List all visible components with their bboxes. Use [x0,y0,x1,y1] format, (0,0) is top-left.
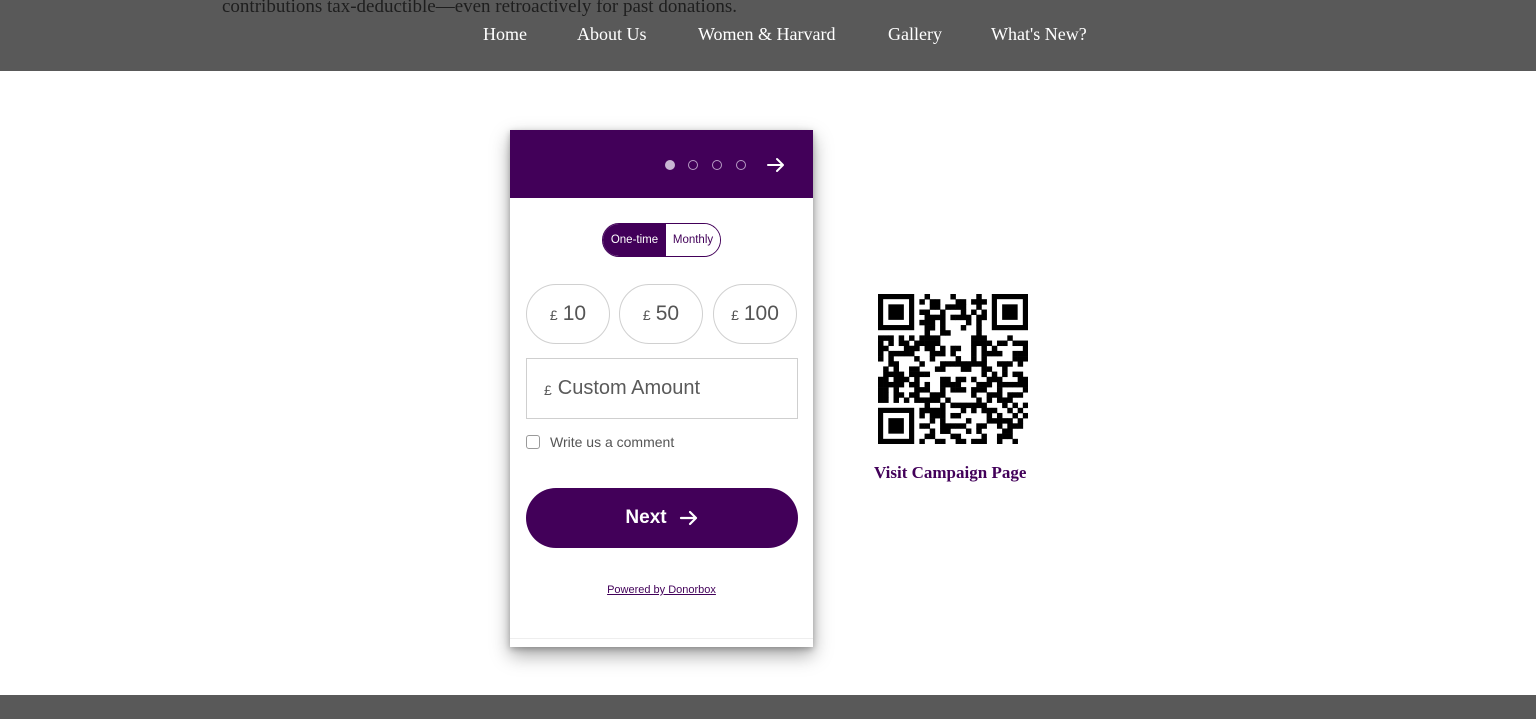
amount-option-10[interactable]: £ 10 [526,284,610,344]
amount-value: 10 [562,302,587,325]
comment-option[interactable]: Write us a comment [526,434,674,450]
next-button[interactable]: Next [526,488,798,548]
frequency-toggle: One-time Monthly [602,223,721,257]
step-dot-1 [665,160,675,170]
amount-value: 50 [655,302,680,325]
comment-checkbox[interactable] [526,435,540,449]
currency-symbol: £ [642,307,651,323]
main-nav: Home About Us Women & Harvard Gallery Wh… [0,24,1536,48]
monthly-option[interactable]: Monthly [666,224,720,256]
arrow-right-icon [679,510,697,526]
amount-value: 100 [743,302,779,325]
step-dot-3 [712,160,722,170]
step-dot-2 [688,160,698,170]
currency-symbol: £ [549,307,558,323]
nav-whats-new[interactable]: What's New? [991,24,1087,45]
currency-symbol: £ [544,381,552,398]
top-nav-bar: contributions tax-deductible—even retroa… [0,0,1536,71]
widget-header [510,130,813,198]
custom-amount-input[interactable]: £ Custom Amount [526,358,798,419]
nav-about-us[interactable]: About Us [577,24,647,45]
step-dot-4 [736,160,746,170]
arrow-right-icon[interactable] [766,155,786,175]
nav-gallery[interactable]: Gallery [888,24,942,45]
qr-code-image [878,294,1028,444]
cut-off-body-text: contributions tax-deductible—even retroa… [222,0,737,17]
currency-symbol: £ [731,307,739,323]
nav-women-harvard[interactable]: Women & Harvard [698,24,836,45]
footer-bar [0,695,1536,719]
visit-campaign-link[interactable]: Visit Campaign Page [874,463,1026,483]
next-label: Next [625,507,667,528]
donation-widget: One-time Monthly £ 10 £ 50 £ 100 £ Custo… [510,130,813,647]
custom-amount-placeholder: Custom Amount [557,377,701,399]
comment-label: Write us a comment [550,434,675,450]
amount-option-100[interactable]: £ 100 [713,284,797,344]
divider [510,638,813,639]
amount-option-50[interactable]: £ 50 [619,284,703,344]
powered-by-link[interactable]: Powered by Donorbox [510,584,813,596]
nav-home[interactable]: Home [483,24,527,45]
one-time-option[interactable]: One-time [603,224,666,256]
